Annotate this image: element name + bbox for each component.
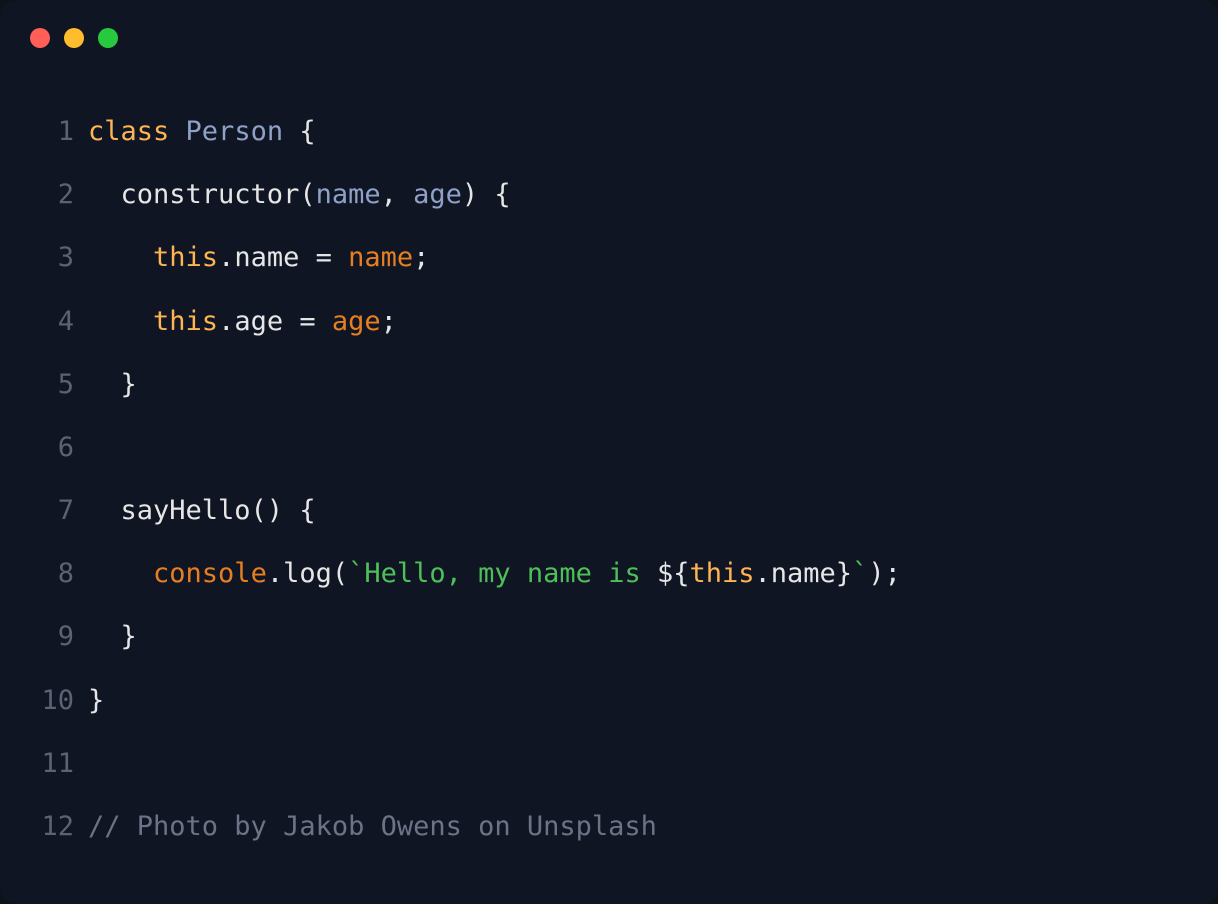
code-line-content[interactable]: } xyxy=(88,353,1188,416)
line-number: 6 xyxy=(30,416,74,479)
code-line: 5 } xyxy=(30,353,1188,416)
line-number: 11 xyxy=(30,732,74,795)
code-token: console xyxy=(153,558,267,589)
code-token: ) { xyxy=(462,179,511,210)
code-line-content[interactable]: // Photo by Jakob Owens on Unsplash xyxy=(88,795,1188,858)
code-token: .name} xyxy=(755,558,853,589)
line-number: 9 xyxy=(30,605,74,668)
code-token: .name = xyxy=(218,242,348,273)
code-line-content[interactable] xyxy=(88,732,1188,795)
code-token: { xyxy=(283,116,316,147)
code-token: .log( xyxy=(267,558,348,589)
code-token: ${ xyxy=(657,558,690,589)
code-token xyxy=(88,558,153,589)
line-number: 10 xyxy=(30,669,74,732)
code-line-content[interactable]: constructor(name, age) { xyxy=(88,163,1188,226)
code-editor[interactable]: 1class Person {2 constructor(name, age) … xyxy=(30,100,1188,858)
code-token: Person xyxy=(186,116,284,147)
code-token: , xyxy=(381,179,414,210)
code-line-content[interactable]: } xyxy=(88,669,1188,732)
code-line: 3 this.name = name; xyxy=(30,226,1188,289)
code-line: 2 constructor(name, age) { xyxy=(30,163,1188,226)
code-token: this xyxy=(153,242,218,273)
code-token: name xyxy=(348,242,413,273)
code-line-content[interactable]: console.log(`Hello, my name is ${this.na… xyxy=(88,542,1188,605)
code-token: } xyxy=(88,621,137,652)
code-token: constructor( xyxy=(88,179,316,210)
line-number: 3 xyxy=(30,226,74,289)
line-number: 1 xyxy=(30,100,74,163)
code-line: 7 sayHello() { xyxy=(30,479,1188,542)
code-token: ; xyxy=(413,242,429,273)
window-traffic-lights xyxy=(30,28,1188,48)
code-token: this xyxy=(153,306,218,337)
code-token: age xyxy=(413,179,462,210)
code-token: ` xyxy=(852,558,868,589)
code-token: // Photo by Jakob Owens on Unsplash xyxy=(88,811,657,842)
code-line-content[interactable]: class Person { xyxy=(88,100,1188,163)
code-token: } xyxy=(88,369,137,400)
code-token: this xyxy=(689,558,754,589)
code-token: sayHello() { xyxy=(88,495,316,526)
window-close-icon[interactable] xyxy=(30,28,50,48)
code-line: 1class Person { xyxy=(30,100,1188,163)
code-line-content[interactable]: } xyxy=(88,605,1188,668)
line-number: 4 xyxy=(30,290,74,353)
code-token: class xyxy=(88,116,169,147)
code-token: ); xyxy=(868,558,901,589)
code-line-content[interactable]: this.name = name; xyxy=(88,226,1188,289)
code-line: 10} xyxy=(30,669,1188,732)
code-token xyxy=(88,242,153,273)
code-token: .age = xyxy=(218,306,332,337)
code-line: 11 xyxy=(30,732,1188,795)
window-minimize-icon[interactable] xyxy=(64,28,84,48)
line-number: 2 xyxy=(30,163,74,226)
code-line-content[interactable]: sayHello() { xyxy=(88,479,1188,542)
code-line: 12 // Photo by Jakob Owens on Unsplash xyxy=(30,795,1188,858)
code-token: ; xyxy=(381,306,397,337)
code-line: 4 this.age = age; xyxy=(30,290,1188,353)
line-number: 8 xyxy=(30,542,74,605)
code-window: 1class Person {2 constructor(name, age) … xyxy=(0,0,1218,904)
code-line: 6 xyxy=(30,416,1188,479)
code-token: `Hello, my name is xyxy=(348,558,657,589)
code-token: age xyxy=(332,306,381,337)
code-line: 9 } xyxy=(30,605,1188,668)
code-line-content[interactable]: this.age = age; xyxy=(88,290,1188,353)
code-token xyxy=(169,116,185,147)
line-number: 5 xyxy=(30,353,74,416)
code-token xyxy=(88,306,153,337)
code-token: name xyxy=(316,179,381,210)
code-line-content[interactable] xyxy=(88,416,1188,479)
line-number: 12 xyxy=(30,795,74,858)
code-token: } xyxy=(88,685,104,716)
window-zoom-icon[interactable] xyxy=(98,28,118,48)
code-line: 8 console.log(`Hello, my name is ${this.… xyxy=(30,542,1188,605)
line-number: 7 xyxy=(30,479,74,542)
